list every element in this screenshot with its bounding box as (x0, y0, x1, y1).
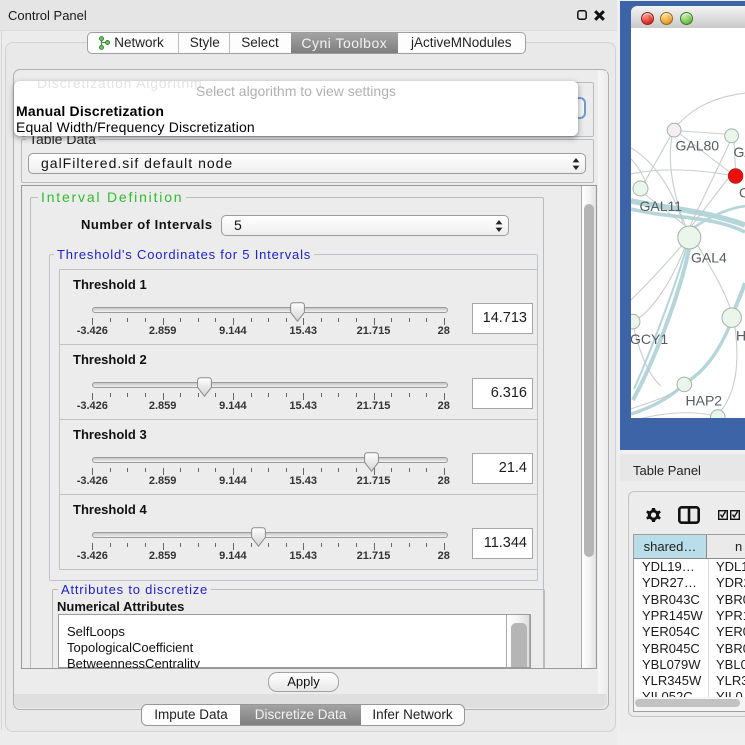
svg-text:GA: GA (734, 144, 745, 160)
svg-text:CY: CY (739, 185, 745, 201)
svg-text:GAL80: GAL80 (676, 138, 720, 154)
svg-text:GCY1: GCY1 (631, 331, 668, 347)
svg-text:GAL4: GAL4 (691, 250, 727, 266)
svg-text:GAL11: GAL11 (640, 198, 683, 214)
svg-text:HA: HA (736, 328, 745, 344)
svg-text:HAP2: HAP2 (686, 393, 723, 409)
